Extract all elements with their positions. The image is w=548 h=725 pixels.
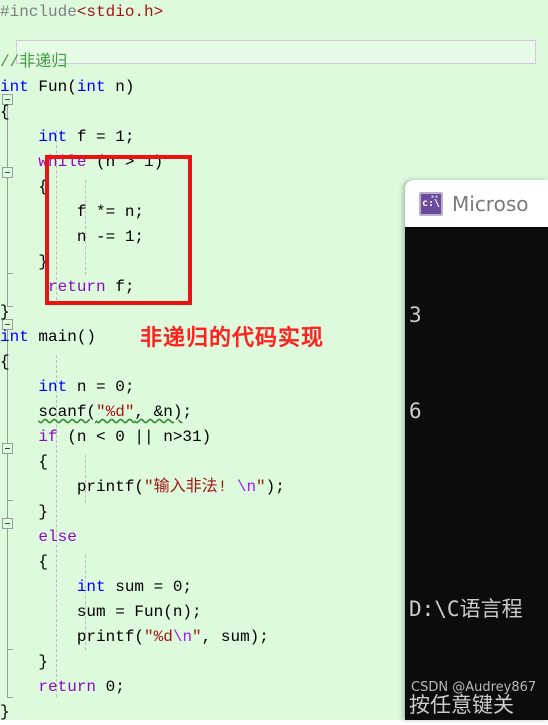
- code-token: "%d": [96, 403, 135, 421]
- code-token: int: [38, 128, 68, 146]
- code-token: "输入非法!: [144, 478, 237, 496]
- code-token: , sum);: [201, 628, 269, 646]
- code-token: ;: [182, 403, 193, 421]
- cmd-icon-text: c:\: [421, 197, 441, 209]
- code-token: \n: [172, 628, 193, 646]
- code-token: sum = Fun(n);: [0, 603, 202, 621]
- line-comment[interactable]: //非递归: [0, 50, 548, 75]
- code-token: f = 1;: [67, 128, 135, 146]
- code-token: int: [76, 78, 106, 96]
- code-token: }: [0, 303, 10, 321]
- code-token: scanf(: [38, 403, 97, 421]
- code-token: {: [0, 553, 49, 571]
- code-token: n = 0;: [67, 378, 135, 396]
- code-token: int: [38, 378, 68, 396]
- code-token: {: [0, 103, 10, 121]
- code-token: int: [0, 78, 29, 96]
- code-token: {: [0, 178, 49, 196]
- csdn-watermark: CSDN @Audrey867: [411, 680, 537, 695]
- code-token: return: [48, 278, 106, 296]
- code-token: );: [265, 478, 285, 496]
- code-token: f;: [105, 278, 135, 296]
- console-output-area[interactable]: 3 6 D:\C语言程 按任意键关 CSDN @Audrey867: [405, 227, 548, 720]
- code-token: ": [256, 478, 266, 496]
- console-title-bar[interactable]: c:\ ▪▪ Microso: [405, 180, 548, 227]
- code-token: "%d: [144, 628, 173, 646]
- console-path-line: D:\C语言程: [409, 597, 523, 621]
- code-token: <stdio.h>: [76, 3, 164, 21]
- code-token: }: [0, 653, 49, 671]
- line-blank-1[interactable]: [0, 25, 548, 50]
- code-token: #include: [0, 3, 77, 21]
- code-token: }: [0, 703, 10, 721]
- code-token: n -= 1;: [0, 228, 145, 246]
- console-window[interactable]: c:\ ▪▪ Microso 3 6 D:\C语言程 按任意键关 CSDN @A…: [405, 180, 548, 720]
- code-token: int: [0, 328, 29, 346]
- code-token: sum = 0;: [105, 578, 193, 596]
- code-token: {: [0, 453, 49, 471]
- console-output-line: 3: [409, 303, 422, 327]
- code-token: (n > 1): [86, 153, 164, 171]
- console-output-line: 6: [409, 399, 422, 423]
- code-token: }: [0, 253, 49, 271]
- code-token: }: [0, 503, 49, 521]
- code-token: main(): [28, 328, 97, 346]
- line-include[interactable]: #include<stdio.h>: [0, 0, 548, 25]
- code-token: (n < 0 || n>31): [57, 428, 212, 446]
- code-token: f *= n;: [0, 203, 145, 221]
- code-token: int: [76, 578, 106, 596]
- code-token: Fun(: [28, 78, 77, 96]
- code-token: , &n): [134, 403, 183, 421]
- line-fun-open[interactable]: {: [0, 100, 548, 125]
- code-token: printf(: [0, 628, 145, 646]
- code-token: printf(: [0, 478, 145, 496]
- code-token: return: [38, 678, 97, 696]
- code-token: else: [38, 528, 77, 546]
- code-token: //非递归: [0, 53, 68, 71]
- line-while[interactable]: while (n > 1): [0, 150, 548, 175]
- code-token: n): [105, 78, 135, 96]
- code-token: {: [0, 353, 10, 371]
- code-token: while: [38, 153, 87, 171]
- code-token: ": [192, 628, 202, 646]
- line-decl-f[interactable]: int f = 1;: [0, 125, 548, 150]
- code-token: \n: [236, 478, 257, 496]
- console-blank-gap: [409, 491, 548, 529]
- code-token: 0;: [96, 678, 125, 696]
- line-fun-sig[interactable]: int Fun(int n): [0, 75, 548, 100]
- cmd-icon-dots: ▪▪: [430, 193, 439, 200]
- annotation-label: 非递归的代码实现: [140, 326, 325, 351]
- console-title-text: Microso: [452, 191, 529, 216]
- cmd-prompt-icon: c:\ ▪▪: [419, 191, 443, 216]
- code-token: if: [38, 428, 58, 446]
